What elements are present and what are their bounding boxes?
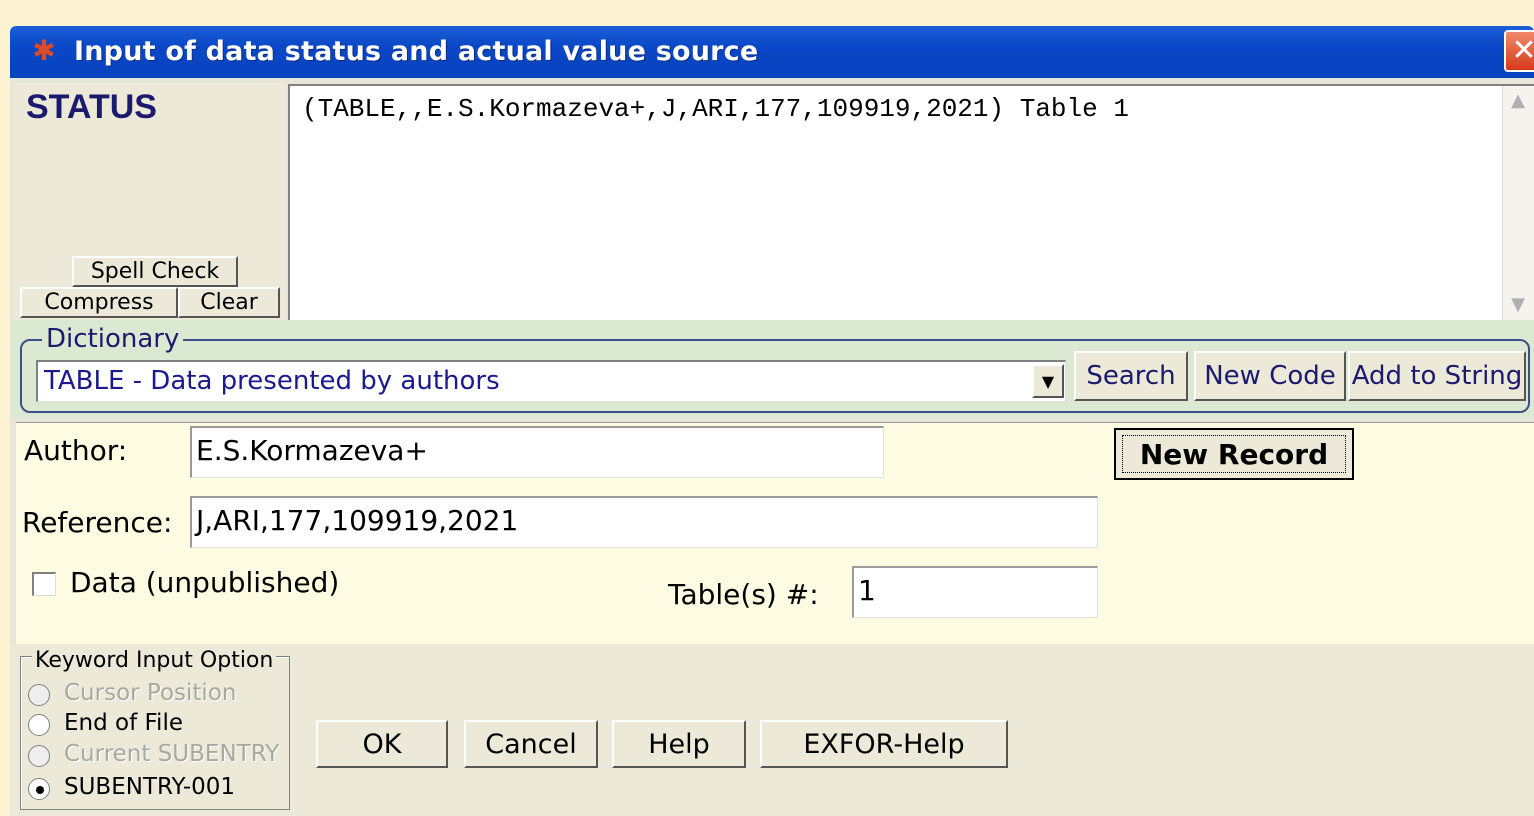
chevron-down-icon[interactable]: ▼ xyxy=(1032,364,1064,398)
dictionary-select[interactable]: TABLE - Data presented by authors xyxy=(36,360,1066,402)
new-code-button[interactable]: New Code xyxy=(1194,351,1346,401)
radio-label-subentry-001[interactable]: SUBENTRY-001 xyxy=(64,774,235,800)
radio-end-of-file[interactable] xyxy=(28,714,50,736)
unpublished-label[interactable]: Data (unpublished) xyxy=(70,566,339,599)
clear-button[interactable]: Clear xyxy=(178,287,280,318)
ok-button[interactable]: OK xyxy=(316,720,448,768)
scroll-down-icon[interactable]: ▼ xyxy=(1503,290,1533,320)
reference-label: Reference: xyxy=(22,506,173,539)
close-icon[interactable]: ✕ xyxy=(1504,30,1534,72)
atom-icon: ✱ xyxy=(32,34,56,67)
tables-field[interactable]: 1 xyxy=(852,566,1098,618)
reference-field[interactable]: J,ARI,177,109919,2021 xyxy=(190,496,1098,548)
add-to-string-button[interactable]: Add to String xyxy=(1348,351,1526,401)
status-label: STATUS xyxy=(26,88,157,126)
radio-label-end-of-file[interactable]: End of File xyxy=(64,710,183,736)
radio-selected-dot xyxy=(36,786,44,794)
compress-button[interactable]: Compress xyxy=(20,287,178,318)
radio-cursor-position[interactable] xyxy=(28,684,50,706)
keyword-option-label: Keyword Input Option xyxy=(32,648,277,673)
spell-check-button[interactable]: Spell Check xyxy=(72,256,238,287)
radio-label-current-subentry: Current SUBENTRY xyxy=(64,741,280,767)
radio-label-cursor-position: Cursor Position xyxy=(64,680,237,706)
focus-rect xyxy=(1122,435,1346,473)
window-title: Input of data status and actual value so… xyxy=(74,36,759,67)
unpublished-checkbox[interactable] xyxy=(32,572,56,596)
status-textarea[interactable]: (TABLE,,E.S.Kormazeva+,J,ARI,177,109919,… xyxy=(288,84,1534,322)
help-button[interactable]: Help xyxy=(612,720,746,768)
cancel-button[interactable]: Cancel xyxy=(464,720,598,768)
tables-label: Table(s) #: xyxy=(668,578,819,611)
status-scrollbar[interactable]: ▲ ▼ xyxy=(1502,86,1534,320)
exfor-help-button[interactable]: EXFOR-Help xyxy=(760,720,1008,768)
radio-current-subentry[interactable] xyxy=(28,745,50,767)
author-label: Author: xyxy=(24,434,128,467)
dictionary-label: Dictionary xyxy=(42,324,184,354)
title-bar[interactable]: ✱ Input of data status and actual value … xyxy=(10,26,1534,78)
author-field[interactable]: E.S.Kormazeva+ xyxy=(190,426,884,478)
radio-subentry-001[interactable] xyxy=(28,778,50,800)
scroll-up-icon[interactable]: ▲ xyxy=(1503,86,1533,116)
search-button[interactable]: Search xyxy=(1074,351,1188,401)
